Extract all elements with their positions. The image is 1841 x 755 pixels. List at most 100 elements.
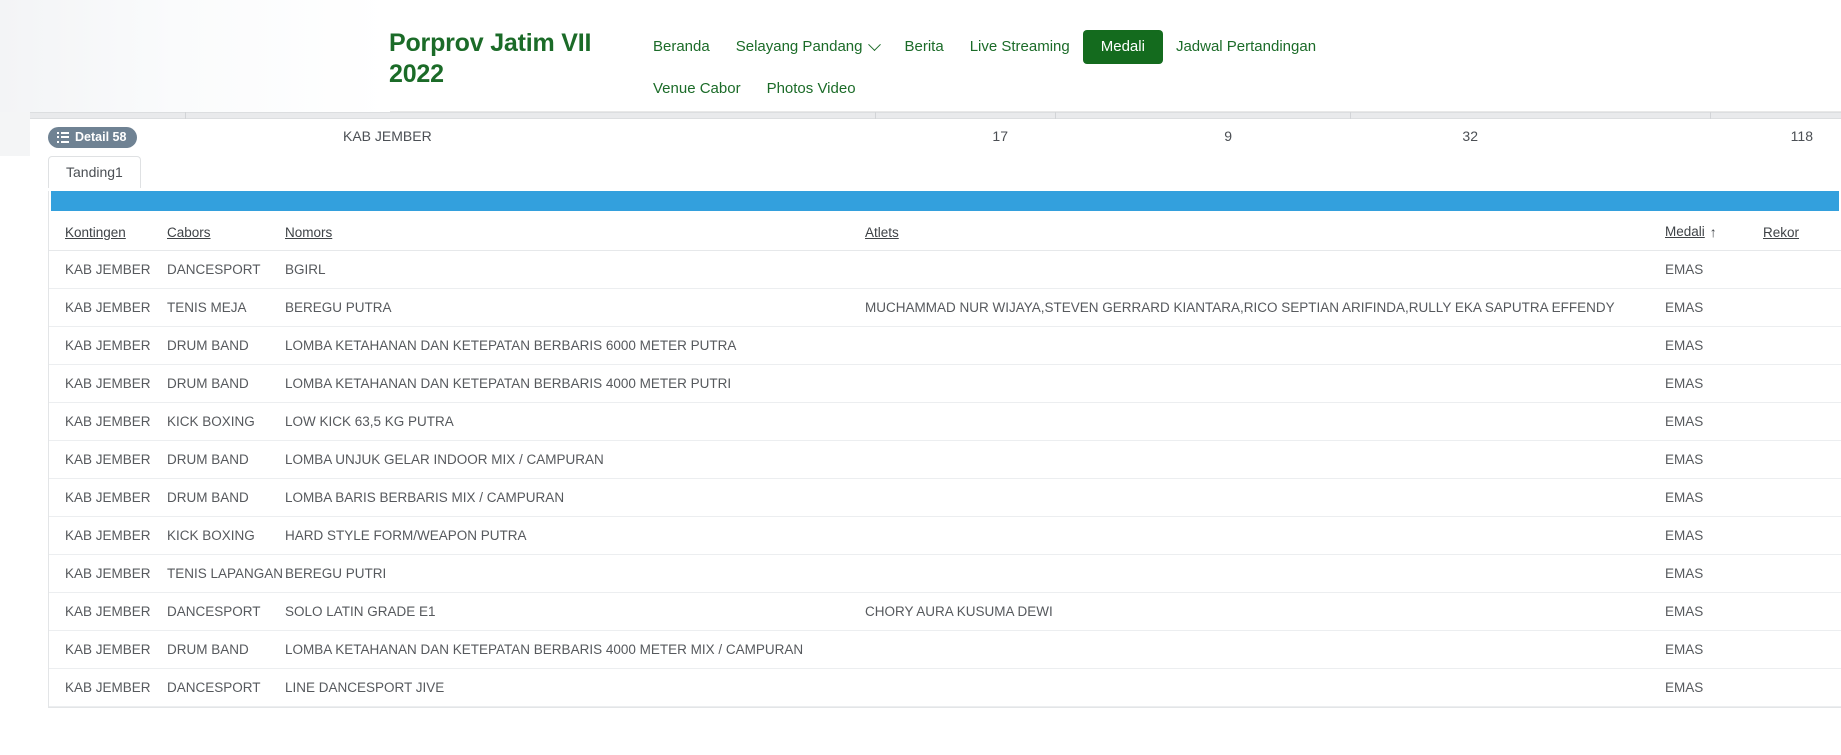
cell-cabors: DRUM BAND xyxy=(167,365,285,403)
medal-detail-table: Kontingen Cabors Nomors Atlets Medali ↑ R… xyxy=(49,211,1841,707)
cell-atlets xyxy=(865,441,1665,479)
cell-medali: EMAS xyxy=(1665,289,1763,327)
nav-item-berita[interactable]: Berita xyxy=(892,31,957,63)
panel-accent-bar xyxy=(51,191,1839,211)
table-row[interactable]: KAB JEMBERDRUM BANDLOMBA UNJUK GELAR IND… xyxy=(49,441,1841,479)
table-row[interactable]: KAB JEMBERDRUM BANDLOMBA KETAHANAN DAN K… xyxy=(49,365,1841,403)
cell-kontingen: KAB JEMBER xyxy=(49,441,167,479)
cell-atlets: MUCHAMMAD NUR WIJAYA,STEVEN GERRARD KIAN… xyxy=(865,289,1665,327)
column-header-kontingen-label: Kontingen xyxy=(65,225,126,240)
table-row[interactable]: KAB JEMBERTENIS MEJABEREGU PUTRAMUCHAMMA… xyxy=(49,289,1841,327)
cell-nomors: LOMBA KETAHANAN DAN KETEPATAN BERBARIS 4… xyxy=(285,631,865,669)
summary-perak-count: 9 xyxy=(1184,128,1232,144)
nav-item-jadwal-pertandingan[interactable]: Jadwal Pertandingan xyxy=(1163,31,1329,63)
table-row[interactable]: KAB JEMBERDANCESPORTBGIRLEMAS xyxy=(49,251,1841,289)
cell-cabors: DANCESPORT xyxy=(167,251,285,289)
cell-cabors: DRUM BAND xyxy=(167,441,285,479)
cell-atlets xyxy=(865,555,1665,593)
table-row[interactable]: KAB JEMBERDANCESPORTSOLO LATIN GRADE E1C… xyxy=(49,593,1841,631)
column-header-medali-label: Medali xyxy=(1665,224,1705,239)
cell-kontingen: KAB JEMBER xyxy=(49,669,167,707)
column-header-medali[interactable]: Medali ↑ xyxy=(1665,211,1763,251)
nav-item-live-streaming[interactable]: Live Streaming xyxy=(957,31,1083,63)
cell-rekor xyxy=(1763,479,1841,517)
table-row[interactable]: KAB JEMBERKICK BOXINGHARD STYLE FORM/WEA… xyxy=(49,517,1841,555)
cell-nomors: LOMBA KETAHANAN DAN KETEPATAN BERBARIS 6… xyxy=(285,327,865,365)
cell-kontingen: KAB JEMBER xyxy=(49,593,167,631)
summary-emas-count: 17 xyxy=(960,128,1008,144)
cell-nomors: BEREGU PUTRA xyxy=(285,289,865,327)
cell-medali: EMAS xyxy=(1665,441,1763,479)
column-header-rekor-label: Rekor xyxy=(1763,225,1799,240)
table-row[interactable]: KAB JEMBERDANCESPORTLINE DANCESPORT JIVE… xyxy=(49,669,1841,707)
cell-rekor xyxy=(1763,403,1841,441)
header-backdrop xyxy=(0,0,390,112)
chevron-down-icon xyxy=(868,38,881,51)
cell-kontingen: KAB JEMBER xyxy=(49,517,167,555)
column-header-cabors-label: Cabors xyxy=(167,225,211,240)
cell-atlets xyxy=(865,479,1665,517)
nav-item-label: Berita xyxy=(905,37,944,57)
cell-atlets xyxy=(865,669,1665,707)
cell-medali: EMAS xyxy=(1665,403,1763,441)
nav-item-venue-cabor[interactable]: Venue Cabor xyxy=(640,73,754,105)
cell-kontingen: KAB JEMBER xyxy=(49,631,167,669)
nav-item-label: Medali xyxy=(1101,37,1145,57)
column-header-cabors[interactable]: Cabors xyxy=(167,211,285,251)
cell-atlets: CHORY AURA KUSUMA DEWI xyxy=(865,593,1665,631)
table-row[interactable]: KAB JEMBERKICK BOXINGLOW KICK 63,5 KG PU… xyxy=(49,403,1841,441)
column-header-nomors[interactable]: Nomors xyxy=(285,211,865,251)
table-row[interactable]: KAB JEMBERDRUM BANDLOMBA KETAHANAN DAN K… xyxy=(49,631,1841,669)
column-header-rekor[interactable]: Rekor xyxy=(1763,211,1841,251)
detail-count-badge[interactable]: Detail 58 xyxy=(48,127,137,148)
cell-nomors: BEREGU PUTRI xyxy=(285,555,865,593)
cell-nomors: LOMBA KETAHANAN DAN KETEPATAN BERBARIS 4… xyxy=(285,365,865,403)
detail-panel: Kontingen Cabors Nomors Atlets Medali ↑ R… xyxy=(48,191,1841,708)
detail-tabstrip: Tanding1 xyxy=(0,156,1841,188)
cell-nomors: LOW KICK 63,5 KG PUTRA xyxy=(285,403,865,441)
cell-atlets xyxy=(865,327,1665,365)
column-header-nomors-label: Nomors xyxy=(285,225,332,240)
column-header-kontingen[interactable]: Kontingen xyxy=(49,211,167,251)
tab-tanding1[interactable]: Tanding1 xyxy=(48,156,141,188)
cell-atlets xyxy=(865,631,1665,669)
cell-kontingen: KAB JEMBER xyxy=(49,251,167,289)
nav-item-label: Selayang Pandang xyxy=(736,37,863,57)
column-header-atlets[interactable]: Atlets xyxy=(865,211,1665,251)
main-navigation: Beranda Selayang Pandang Berita Live Stream… xyxy=(640,30,1440,105)
cell-medali: EMAS xyxy=(1665,479,1763,517)
table-row[interactable]: KAB JEMBERTENIS LAPANGANBEREGU PUTRIEMAS xyxy=(49,555,1841,593)
cell-rekor xyxy=(1763,289,1841,327)
cell-cabors: DRUM BAND xyxy=(167,479,285,517)
cell-kontingen: KAB JEMBER xyxy=(49,479,167,517)
sort-ascending-icon: ↑ xyxy=(1710,224,1717,240)
table-body: KAB JEMBERDANCESPORTBGIRLEMASKAB JEMBERT… xyxy=(49,251,1841,707)
list-icon xyxy=(57,132,69,143)
nav-item-medali[interactable]: Medali xyxy=(1083,30,1163,64)
column-header-atlets-label: Atlets xyxy=(865,225,899,240)
summary-row: Detail 58 KAB JEMBER 17 9 32 118 xyxy=(0,119,1841,156)
cell-rekor xyxy=(1763,327,1841,365)
nav-item-label: Beranda xyxy=(653,37,710,57)
cell-cabors: KICK BOXING xyxy=(167,517,285,555)
cell-kontingen: KAB JEMBER xyxy=(49,289,167,327)
site-brand-title[interactable]: Porprov Jatim VII 2022 xyxy=(389,28,614,90)
cell-atlets xyxy=(865,365,1665,403)
cell-rekor xyxy=(1763,365,1841,403)
nav-item-beranda[interactable]: Beranda xyxy=(640,31,723,63)
cell-nomors: LOMBA BARIS BERBARIS MIX / CAMPURAN xyxy=(285,479,865,517)
cell-rekor xyxy=(1763,631,1841,669)
cell-nomors: HARD STYLE FORM/WEAPON PUTRA xyxy=(285,517,865,555)
nav-item-photos-video[interactable]: Photos Video xyxy=(754,73,869,105)
cell-cabors: DANCESPORT xyxy=(167,669,285,707)
cell-nomors: LINE DANCESPORT JIVE xyxy=(285,669,865,707)
nav-item-selayang-pandang[interactable]: Selayang Pandang xyxy=(723,31,892,63)
table-row[interactable]: KAB JEMBERDRUM BANDLOMBA BARIS BERBARIS … xyxy=(49,479,1841,517)
cell-medali: EMAS xyxy=(1665,669,1763,707)
cell-cabors: TENIS LAPANGAN xyxy=(167,555,285,593)
table-row[interactable]: KAB JEMBERDRUM BANDLOMBA KETAHANAN DAN K… xyxy=(49,327,1841,365)
cell-medali: EMAS xyxy=(1665,517,1763,555)
cell-rekor xyxy=(1763,251,1841,289)
cell-cabors: DRUM BAND xyxy=(167,631,285,669)
cell-rekor xyxy=(1763,555,1841,593)
